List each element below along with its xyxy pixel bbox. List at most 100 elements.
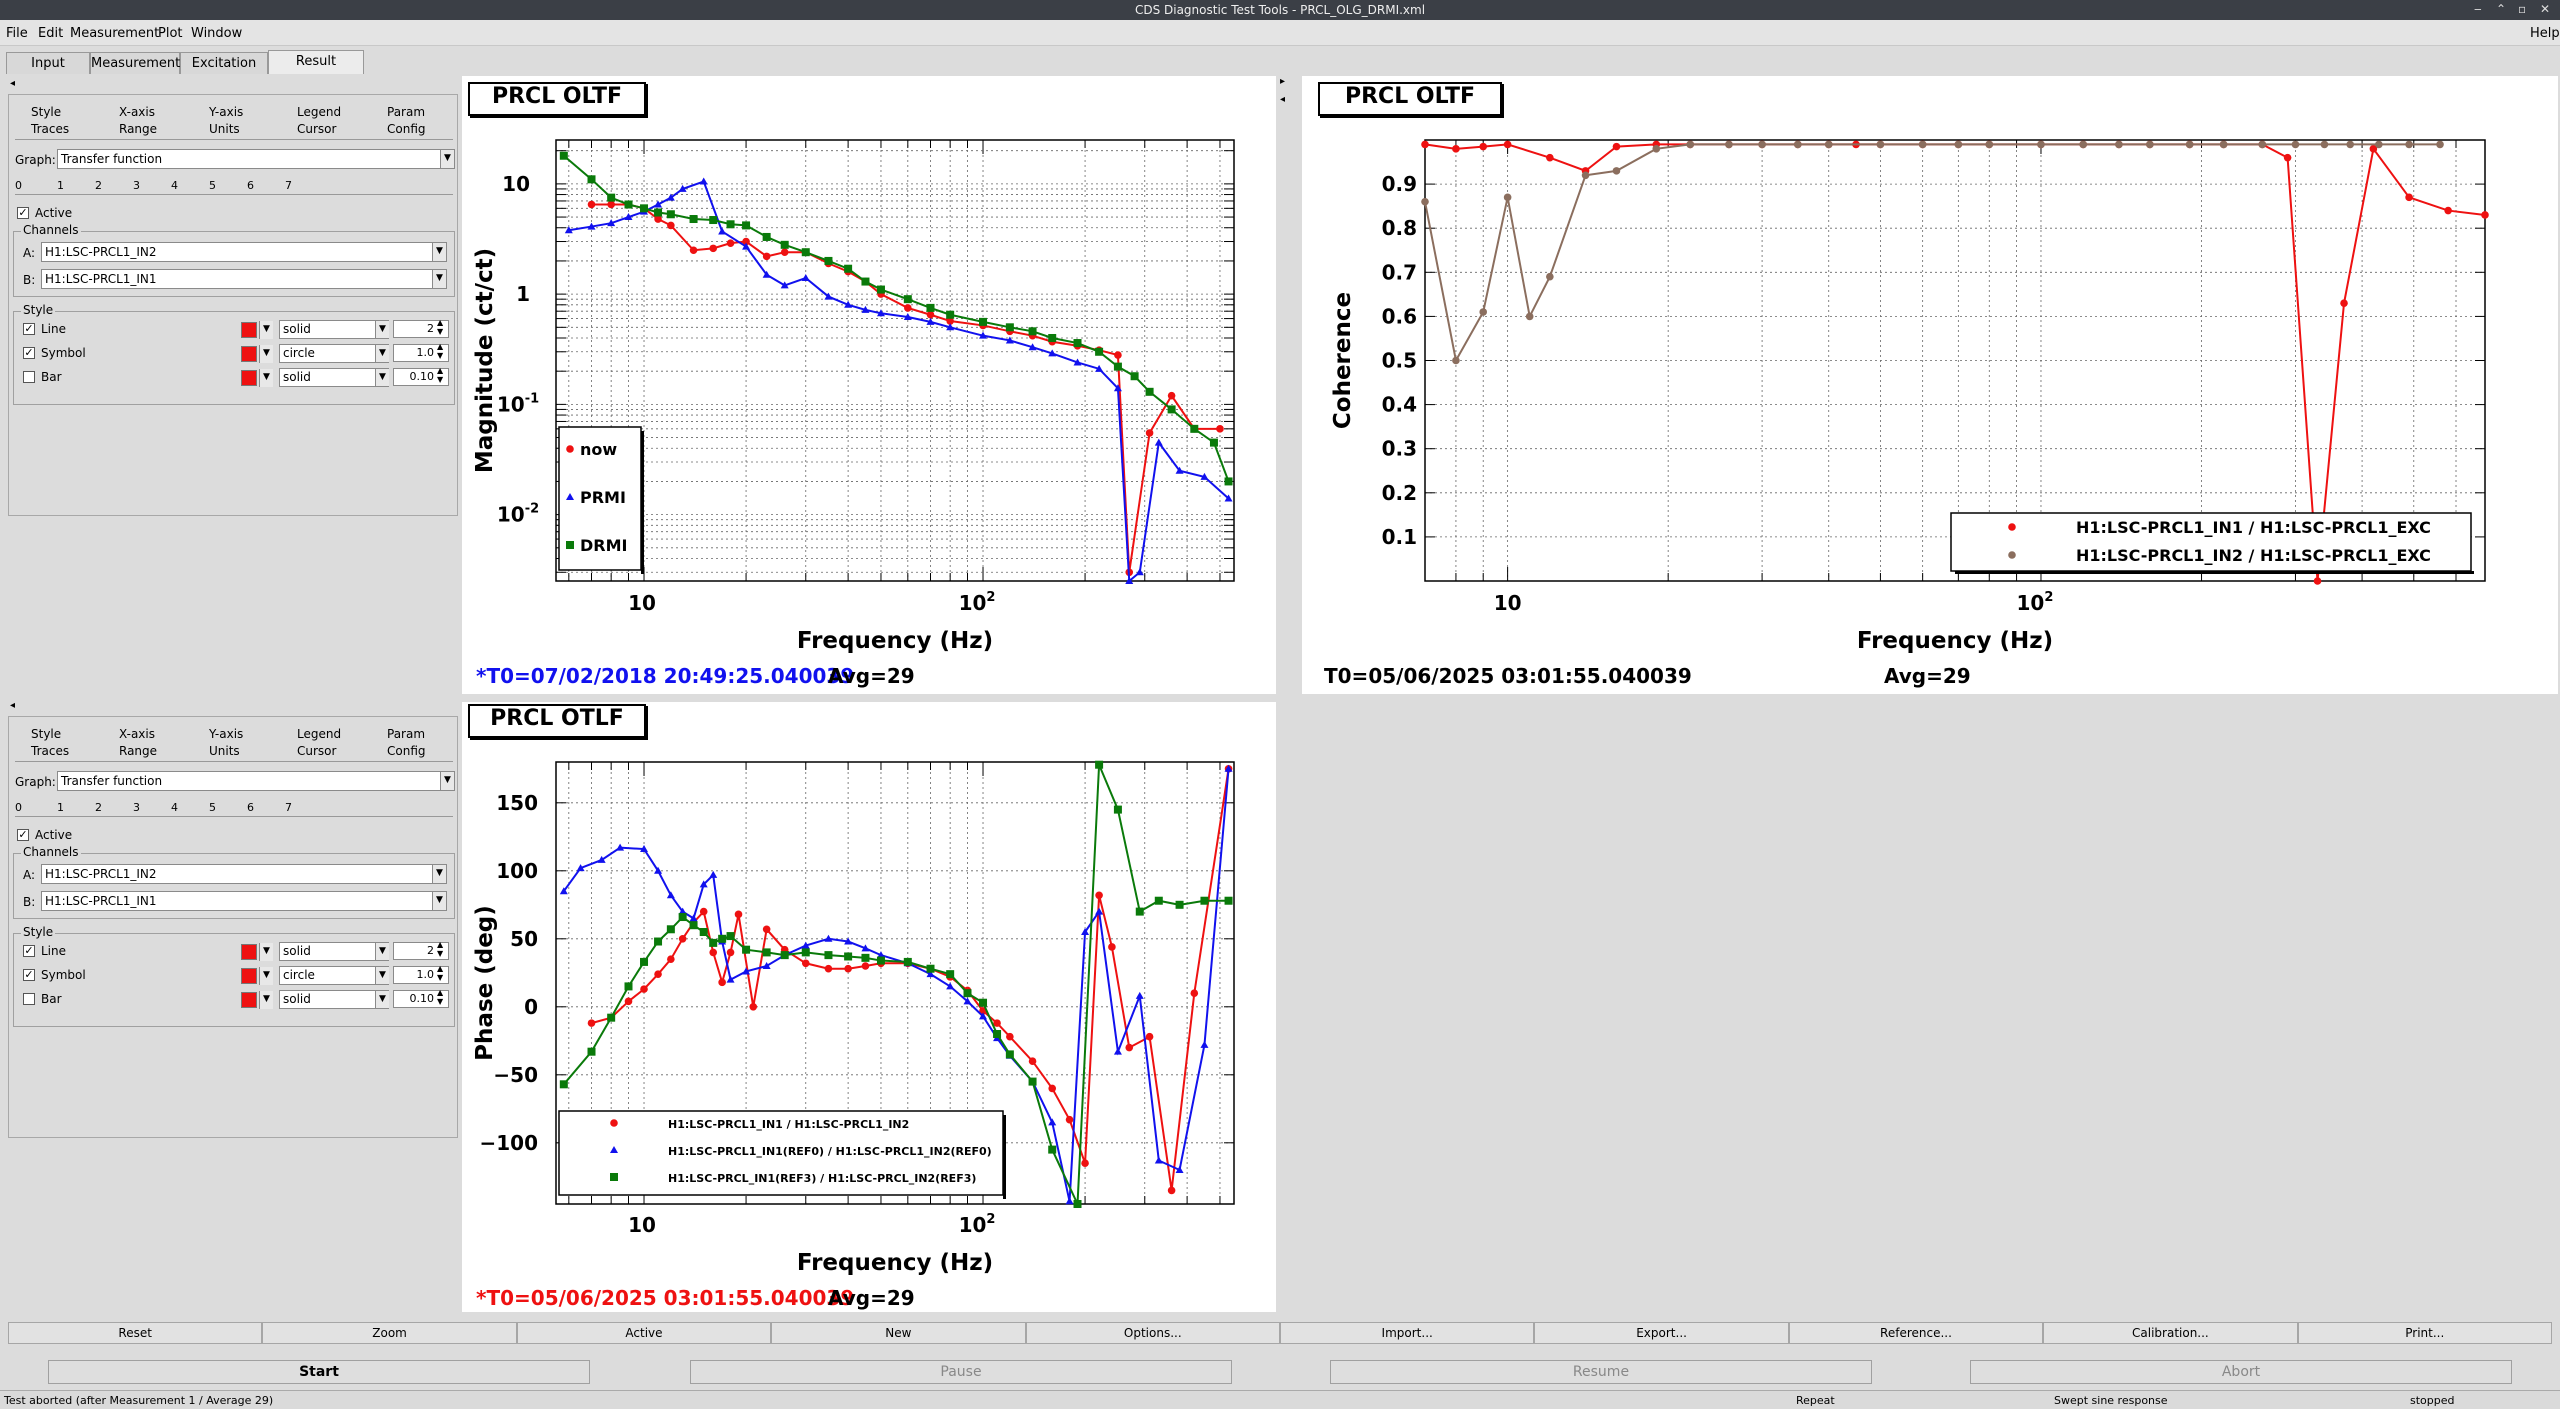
data-point — [1216, 425, 1224, 433]
data-point — [946, 310, 955, 319]
y-axis-label: Magnitude (ct/ct) — [472, 248, 498, 473]
toolbar-calibration-button[interactable]: Calibration... — [2043, 1322, 2298, 1344]
data-point — [824, 951, 833, 960]
legend-marker — [566, 541, 574, 549]
legend-marker — [610, 1119, 618, 1127]
y-tick-label: 150 — [496, 791, 538, 815]
data-point — [1048, 1084, 1057, 1093]
data-point — [2313, 577, 2322, 585]
data-point — [1612, 167, 1621, 175]
mag-avg: Avg=29 — [828, 664, 915, 688]
legend-shadow — [1003, 1115, 1006, 1199]
data-point — [1135, 991, 1144, 999]
data-point — [1065, 1197, 1074, 1205]
data-point — [1113, 1047, 1122, 1055]
data-point — [1824, 140, 1833, 149]
legend-marker — [2008, 551, 2016, 559]
legend-label: now — [580, 440, 617, 459]
coh-t0: T0=05/06/2025 03:01:55.040039 — [1324, 664, 1692, 688]
data-point — [709, 948, 718, 957]
data-point — [780, 248, 789, 257]
data-point — [654, 970, 662, 978]
y-tick-label: 0.6 — [1382, 304, 1417, 328]
legend-label: H1:LSC-PRCL_IN1(REF3) / H1:LSC-PRCL_IN2(… — [668, 1172, 976, 1185]
data-point — [1985, 140, 1994, 149]
data-point — [709, 938, 718, 947]
start-button[interactable]: Start — [48, 1360, 590, 1384]
pause-button[interactable]: Pause — [690, 1360, 1232, 1384]
data-point — [749, 1003, 758, 1011]
data-point — [734, 910, 743, 919]
data-point — [624, 982, 633, 991]
data-point — [861, 962, 870, 970]
y-tick-label: 100 — [496, 859, 538, 883]
data-point — [1095, 347, 1104, 356]
data-point — [699, 928, 708, 936]
toolbar-new-button[interactable]: New — [771, 1322, 1026, 1344]
toolbar-active-button[interactable]: Active — [516, 1322, 772, 1344]
data-point — [624, 200, 633, 209]
coh-avg: Avg=29 — [1884, 664, 1971, 688]
toolbar-zoom-button[interactable]: Zoom — [262, 1322, 517, 1344]
data-point — [762, 252, 771, 261]
data-point — [801, 274, 810, 282]
data-point — [1145, 1032, 1154, 1041]
data-point — [2481, 211, 2489, 219]
data-point — [801, 248, 810, 257]
data-point — [903, 295, 912, 304]
data-point — [1130, 372, 1139, 381]
data-point — [946, 970, 955, 979]
y-tick-label: 0.1 — [1382, 525, 1417, 549]
toolbar-reset-button[interactable]: Reset — [8, 1322, 263, 1344]
abort-button[interactable]: Abort — [1970, 1360, 2512, 1384]
y-tick-label: 1 — [516, 282, 530, 306]
legend-marker — [566, 445, 574, 453]
toolbar-reference-button[interactable]: Reference... — [1788, 1322, 2044, 1344]
data-point — [1421, 197, 1429, 206]
y-tick-label: 0 — [524, 995, 538, 1019]
data-point — [1135, 568, 1144, 576]
data-point — [718, 227, 727, 235]
data-point — [1108, 943, 1116, 951]
data-point — [689, 914, 698, 922]
data-point — [2258, 140, 2267, 149]
data-point — [667, 955, 675, 963]
data-point — [587, 200, 596, 209]
data-point — [876, 285, 885, 294]
data-point — [1167, 1186, 1176, 1195]
data-point — [1525, 312, 1534, 321]
data-point — [1209, 438, 1218, 447]
data-point — [844, 952, 853, 961]
data-point — [1190, 424, 1199, 433]
resume-button[interactable]: Resume — [1330, 1360, 1872, 1384]
data-point — [801, 948, 810, 957]
x-axis-label: Frequency (Hz) — [1857, 628, 2053, 654]
data-point — [1421, 140, 1429, 149]
legend-label: H1:LSC-PRCL1_IN2 / H1:LSC-PRCL1_EXC — [2076, 546, 2431, 565]
data-point — [689, 921, 698, 930]
toolbar-import-button[interactable]: Import... — [1280, 1322, 1535, 1344]
data-point — [844, 964, 852, 973]
data-point — [876, 956, 885, 965]
data-point — [1028, 327, 1037, 336]
legend-shadow — [641, 431, 644, 574]
data-point — [1546, 272, 1554, 281]
y-tick-label: −100 — [479, 1131, 538, 1155]
data-point — [2115, 140, 2123, 149]
data-point — [607, 200, 615, 209]
toolbar-export-button[interactable]: Export... — [1534, 1322, 1789, 1344]
data-point — [587, 1047, 596, 1056]
data-point — [709, 244, 718, 253]
toolbar-print-button[interactable]: Print... — [2297, 1322, 2552, 1344]
data-point — [587, 1019, 596, 1027]
toolbar-options-button[interactable]: Options... — [1025, 1322, 1280, 1344]
data-point — [1503, 193, 1512, 202]
data-point — [607, 1013, 616, 1022]
charts-svg: 10 102 10 1 10-1 10-2 Frequency (Hz) Magnitude … — [472, 139, 2489, 1276]
data-point — [1154, 896, 1163, 905]
x-tick-label: 10 — [1494, 591, 1522, 615]
data-point — [2146, 140, 2154, 149]
data-point — [1006, 1032, 1014, 1041]
data-point — [2079, 140, 2088, 149]
data-point — [1081, 1159, 1089, 1167]
